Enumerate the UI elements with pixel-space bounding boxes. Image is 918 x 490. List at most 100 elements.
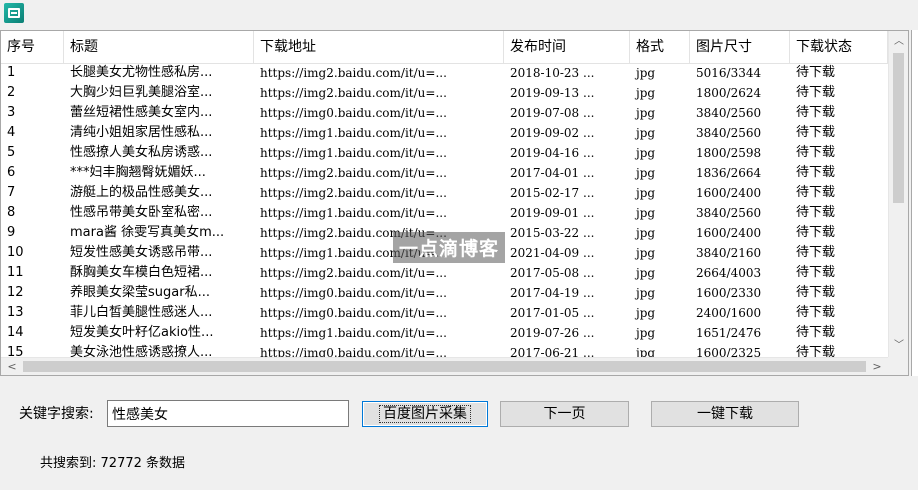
scroll-up-icon[interactable]: ︿ bbox=[889, 33, 908, 51]
table-row[interactable]: 14 短发美女叶籽亿akio性... https://img1.baidu.com/… bbox=[1, 323, 888, 343]
table-row[interactable]: 13 菲儿白皙美腿性感迷人... https://img0.baidu.com/it… bbox=[1, 303, 888, 323]
table-row[interactable]: 5 性感撩人美女私房诱惑... https://img1.baidu.com/it/… bbox=[1, 143, 888, 163]
column-header-title[interactable]: 标题 bbox=[64, 31, 254, 63]
col-status-cell: 待下载 bbox=[796, 245, 836, 260]
col-url-cell: https://img1.baidu.com/it/u=... bbox=[260, 326, 447, 340]
col-size-cell: 1800/2598 bbox=[696, 146, 762, 160]
col-status-cell: 待下载 bbox=[796, 205, 836, 220]
col-url-cell: https://img0.baidu.com/it/u=... bbox=[260, 106, 447, 120]
col-url-cell: https://img2.baidu.com/it/u=... bbox=[260, 266, 447, 280]
scrollbar-corner bbox=[888, 357, 908, 375]
table-row[interactable]: 6 ***妇丰胸翘臀妩媚妖... https://img2.baidu.com/it… bbox=[1, 163, 888, 183]
table-row[interactable]: 12 养眼美女梁莹sugar私... https://img0.baidu.com/… bbox=[1, 283, 888, 303]
col-index-cell: 11 bbox=[7, 265, 24, 280]
col-index-cell: 6 bbox=[7, 165, 16, 180]
column-header-size[interactable]: 图片尺寸 bbox=[690, 31, 790, 63]
col-format-cell: jpg bbox=[636, 126, 656, 140]
scroll-down-icon[interactable]: ﹀ bbox=[889, 337, 908, 355]
col-title-cell: 性感撩人美女私房诱惑... bbox=[70, 145, 213, 160]
col-size-cell: 1836/2664 bbox=[696, 166, 762, 180]
col-status-cell: 待下载 bbox=[796, 165, 836, 180]
col-size-cell: 2664/4003 bbox=[696, 266, 762, 280]
col-date-cell: 2017-04-01 ... bbox=[510, 166, 595, 180]
column-header-index[interactable]: 序号 bbox=[1, 31, 64, 63]
download-all-button[interactable]: 一键下载 bbox=[651, 401, 799, 427]
collect-button-label: 百度图片采集 bbox=[379, 405, 471, 423]
col-status-cell: 待下载 bbox=[796, 85, 836, 100]
col-date-cell: 2017-01-05 ... bbox=[510, 306, 595, 320]
column-header-url[interactable]: 下载地址 bbox=[254, 31, 504, 63]
scroll-right-icon[interactable]: > bbox=[868, 358, 886, 375]
col-size-cell: 5016/3344 bbox=[696, 66, 762, 80]
col-title-cell: ***妇丰胸翘臀妩媚妖... bbox=[70, 165, 206, 180]
col-title-cell: 性感吊带美女卧室私密... bbox=[70, 205, 213, 220]
table-row[interactable]: 2 大胸少妇巨乳美腿浴室... https://img2.baidu.com/it/… bbox=[1, 83, 888, 103]
col-date-cell: 2015-03-22 ... bbox=[510, 226, 595, 240]
col-index-cell: 12 bbox=[7, 285, 24, 300]
column-header-status[interactable]: 下载状态 bbox=[790, 31, 888, 63]
col-status-cell: 待下载 bbox=[796, 145, 836, 160]
table-row[interactable]: 3 蕾丝短裙性感美女室内... https://img0.baidu.com/it/… bbox=[1, 103, 888, 123]
col-status-cell: 待下载 bbox=[796, 325, 836, 340]
app-window-icon bbox=[4, 3, 24, 23]
col-status-cell: 待下载 bbox=[796, 185, 836, 200]
horizontal-scrollbar[interactable]: < > bbox=[1, 357, 888, 375]
col-date-cell: 2017-05-08 ... bbox=[510, 266, 595, 280]
col-index-cell: 14 bbox=[7, 325, 24, 340]
next-page-button[interactable]: 下一页 bbox=[500, 401, 629, 427]
col-date-cell: 2018-10-23 ... bbox=[510, 66, 595, 80]
col-date-cell: 2019-07-08 ... bbox=[510, 106, 595, 120]
col-title-cell: 菲儿白皙美腿性感迷人... bbox=[70, 305, 213, 320]
col-size-cell: 3840/2560 bbox=[696, 106, 762, 120]
search-result-status: 共搜索到: 72772 条数据 bbox=[40, 455, 185, 473]
col-format-cell: jpg bbox=[636, 146, 656, 160]
column-header-format[interactable]: 格式 bbox=[630, 31, 690, 63]
col-index-cell: 4 bbox=[7, 125, 16, 140]
col-url-cell: https://img1.baidu.com/it/u=... bbox=[260, 206, 447, 220]
list-body: 1 长腿美女尤物性感私房... https://img2.baidu.com/it/… bbox=[1, 63, 888, 359]
col-index-cell: 13 bbox=[7, 305, 24, 320]
col-size-cell: 1600/2400 bbox=[696, 186, 762, 200]
column-header-date[interactable]: 发布时间 bbox=[504, 31, 630, 63]
col-size-cell: 1651/2476 bbox=[696, 326, 762, 340]
col-format-cell: jpg bbox=[636, 226, 656, 240]
col-title-cell: 蕾丝短裙性感美女室内... bbox=[70, 105, 213, 120]
col-format-cell: jpg bbox=[636, 326, 656, 340]
table-row[interactable]: 1 长腿美女尤物性感私房... https://img2.baidu.com/it/… bbox=[1, 63, 888, 83]
col-url-cell: https://img2.baidu.com/it/u=... bbox=[260, 66, 447, 80]
col-url-cell: https://img2.baidu.com/it/u=... bbox=[260, 186, 447, 200]
col-date-cell: 2019-09-13 ... bbox=[510, 86, 595, 100]
table-row[interactable]: 8 性感吊带美女卧室私密... https://img1.baidu.com/it/… bbox=[1, 203, 888, 223]
col-format-cell: jpg bbox=[636, 206, 656, 220]
col-size-cell: 3840/2560 bbox=[696, 126, 762, 140]
vertical-scrollbar[interactable]: ︿ ﹀ bbox=[888, 31, 908, 357]
keyword-search-input[interactable] bbox=[107, 400, 349, 427]
vertical-scroll-thumb[interactable] bbox=[893, 53, 904, 203]
col-index-cell: 5 bbox=[7, 145, 16, 160]
scroll-left-icon[interactable]: < bbox=[3, 358, 21, 375]
results-list[interactable]: 序号 标题 下载地址 发布时间 格式 图片尺寸 下载状态 1 长腿美女尤物性感私房... htt… bbox=[0, 30, 909, 376]
col-title-cell: 大胸少妇巨乳美腿浴室... bbox=[70, 85, 213, 100]
horizontal-scroll-thumb[interactable] bbox=[23, 361, 866, 372]
col-url-cell: https://img1.baidu.com/it/u=... bbox=[260, 126, 447, 140]
baidu-image-collect-button[interactable]: 百度图片采集 bbox=[362, 401, 488, 427]
col-url-cell: https://img0.baidu.com/it/u=... bbox=[260, 306, 447, 320]
col-status-cell: 待下载 bbox=[796, 105, 836, 120]
col-format-cell: jpg bbox=[636, 186, 656, 200]
search-label: 关键字搜索: bbox=[19, 406, 94, 422]
col-url-cell: https://img2.baidu.com/it/u=... bbox=[260, 86, 447, 100]
col-title-cell: 长腿美女尤物性感私房... bbox=[70, 65, 213, 80]
col-date-cell: 2017-04-19 ... bbox=[510, 286, 595, 300]
col-format-cell: jpg bbox=[636, 66, 656, 80]
col-title-cell: 清纯小姐姐家居性感私... bbox=[70, 125, 213, 140]
col-title-cell: mara酱 徐雯写真美女m... bbox=[70, 225, 225, 240]
col-format-cell: jpg bbox=[636, 106, 656, 120]
col-status-cell: 待下载 bbox=[796, 265, 836, 280]
col-size-cell: 3840/2560 bbox=[696, 206, 762, 220]
table-row[interactable]: 7 游艇上的极品性感美女... https://img2.baidu.com/it/… bbox=[1, 183, 888, 203]
table-row[interactable]: 4 清纯小姐姐家居性感私... https://img1.baidu.com/it/… bbox=[1, 123, 888, 143]
col-status-cell: 待下载 bbox=[796, 65, 836, 80]
table-row[interactable]: 11 酥胸美女车模白色短裙... https://img2.baidu.com/it… bbox=[1, 263, 888, 283]
col-status-cell: 待下载 bbox=[796, 305, 836, 320]
status-count: 72772 bbox=[100, 456, 142, 471]
